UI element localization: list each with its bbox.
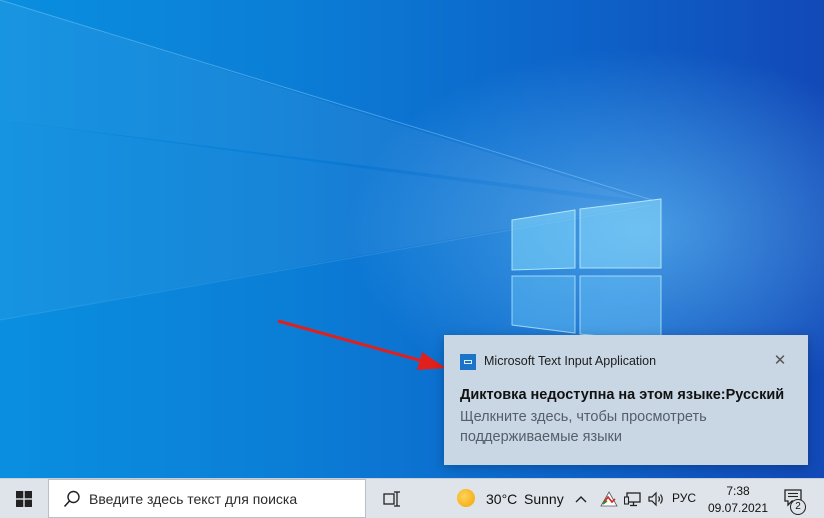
network-icon <box>624 491 641 506</box>
volume-tray-icon[interactable] <box>646 479 668 518</box>
red-arrow-annotation <box>277 319 446 370</box>
toast-app-name: Microsoft Text Input Application <box>484 354 657 368</box>
keyboard-icon <box>460 354 476 370</box>
desktop-wallpaper: Microsoft Text Input Application ✕ Дикто… <box>0 0 824 478</box>
start-button[interactable] <box>0 479 48 518</box>
clock[interactable]: 7:38 09.07.2021 <box>706 481 770 517</box>
weather-widget[interactable]: 30°C Sunny <box>452 479 566 518</box>
input-language-indicator[interactable]: РУС <box>672 491 696 505</box>
network-tray-icon[interactable] <box>622 479 644 518</box>
chevron-up-icon <box>575 495 587 502</box>
toast-title: Диктовка недоступна на этом языке:Русски… <box>460 387 785 403</box>
clock-time: 7:38 <box>726 484 750 498</box>
security-warning-tray-icon[interactable] <box>598 479 620 518</box>
task-view-icon <box>383 490 400 507</box>
toast-notification[interactable]: Microsoft Text Input Application ✕ Дикто… <box>444 335 808 465</box>
search-box[interactable]: Введите здесь текст для поиска <box>48 479 366 518</box>
search-placeholder: Введите здесь текст для поиска <box>89 491 298 507</box>
action-center-button[interactable]: 2 <box>776 479 816 518</box>
sun-icon <box>457 489 475 507</box>
clock-date: 09.07.2021 <box>707 501 769 515</box>
taskbar: Введите здесь текст для поиска 30°C Sunn… <box>0 478 824 518</box>
weather-temperature: 30°C <box>486 491 518 507</box>
windows-logo-icon <box>16 490 32 507</box>
security-warning-icon <box>600 490 618 506</box>
toast-body[interactable]: Щелкните здесь, чтобы просмотреть поддер… <box>460 407 790 447</box>
weather-condition: Sunny <box>524 491 564 507</box>
close-icon[interactable]: ✕ <box>770 351 790 371</box>
windows-logo-art <box>511 198 662 343</box>
volume-icon <box>648 491 663 506</box>
notification-count-badge: 2 <box>790 499 806 515</box>
task-view-button[interactable] <box>376 479 408 518</box>
search-icon <box>63 490 81 508</box>
show-hidden-icons-button[interactable] <box>570 479 592 518</box>
